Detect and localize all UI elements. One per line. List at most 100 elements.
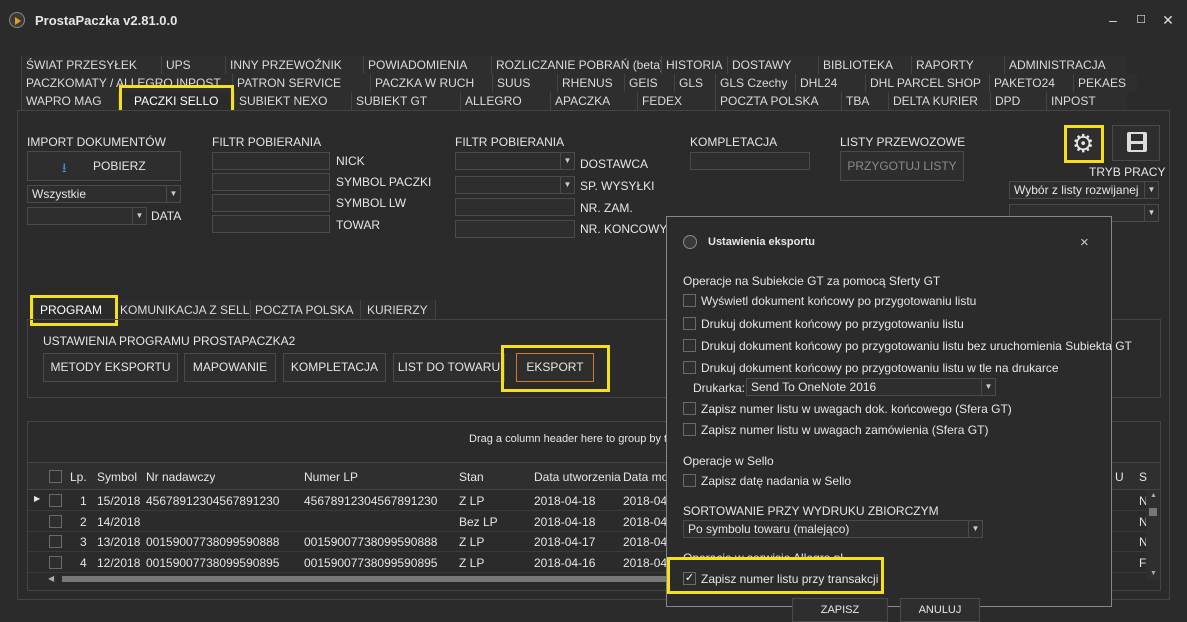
- fetch-button[interactable]: ⭳ POBIERZ: [27, 151, 181, 181]
- symbol-lw-input[interactable]: [212, 194, 330, 212]
- row-checkbox[interactable]: [49, 555, 62, 569]
- col-stan[interactable]: Stan: [459, 470, 484, 484]
- opt8-checkbox[interactable]: ✓: [683, 572, 696, 585]
- tab-row1-9[interactable]: ADMINISTRACJA: [1004, 56, 1126, 74]
- tab-row2-10[interactable]: PAKETO24: [989, 74, 1073, 92]
- tab-row2-11[interactable]: PEKAES: [1073, 74, 1137, 92]
- tab-row2-6[interactable]: GLS: [674, 74, 715, 92]
- tab-row3-2[interactable]: SUBIEKT NEXO: [234, 92, 351, 110]
- vertical-scrollbar[interactable]: ▲ ▼: [1146, 490, 1160, 580]
- hscroll-thumb[interactable]: [62, 576, 687, 582]
- app-title: ProstaPaczka v2.81.0.0: [35, 13, 178, 28]
- opt2-checkbox[interactable]: [683, 317, 696, 330]
- col-symbol[interactable]: Symbol: [97, 470, 137, 484]
- list-do-towaru-button[interactable]: LIST DO TOWARU: [393, 353, 505, 382]
- col-data-utworzenia[interactable]: Data utworzenia: [534, 470, 621, 484]
- scroll-left-icon[interactable]: ◀: [48, 574, 54, 583]
- row-checkbox[interactable]: [49, 514, 62, 528]
- export-button[interactable]: EKSPORT: [516, 353, 594, 382]
- row-checkbox[interactable]: [49, 494, 62, 507]
- col-lp[interactable]: Lp.: [70, 470, 87, 484]
- tab-row1-8[interactable]: RAPORTY: [911, 56, 1004, 74]
- tab-row2-2[interactable]: PACZKA W RUCH: [370, 74, 492, 92]
- subtab-komunikacja[interactable]: KOMUNIKACJA Z SELLO: [115, 300, 250, 320]
- date-select[interactable]: ▼: [27, 207, 147, 225]
- dialog-cancel-button[interactable]: ANULUJ: [900, 598, 980, 622]
- maximize-icon[interactable]: ☐: [1131, 10, 1151, 30]
- tab-row3-3[interactable]: SUBIEKT GT: [351, 92, 460, 110]
- prepare-lists-button[interactable]: PRZYGOTUJ LISTY: [840, 151, 964, 181]
- tab-row2-4[interactable]: RHENUS: [557, 74, 624, 92]
- printer-select[interactable]: Send To OneNote 2016 ▼: [746, 378, 996, 396]
- tab-row1-1[interactable]: UPS: [161, 56, 225, 74]
- mapping-button[interactable]: MAPOWANIE: [184, 353, 276, 382]
- tab-row1-5[interactable]: HISTORIA: [661, 56, 727, 74]
- tab-row2-9[interactable]: DHL PARCEL SHOP: [865, 74, 989, 92]
- close-icon[interactable]: ✕: [1158, 10, 1178, 30]
- minimize-icon[interactable]: –: [1103, 10, 1123, 30]
- tryb-select[interactable]: Wybór z listy rozwijanej ▼: [1009, 181, 1159, 199]
- tab-row2-5[interactable]: GEIS: [624, 74, 674, 92]
- scroll-thumb[interactable]: [1149, 508, 1157, 516]
- tab-row3-7[interactable]: POCZTA POLSKA: [715, 92, 841, 110]
- export-methods-button[interactable]: METODY EKSPORTU: [43, 353, 178, 382]
- nr-koncowy-input[interactable]: [455, 220, 575, 238]
- kompletacja-button[interactable]: KOMPLETACJA: [283, 353, 386, 382]
- dialog-logo-icon: [683, 235, 697, 249]
- tab-row3-5[interactable]: APACZKA: [550, 92, 637, 110]
- tab-row3-6[interactable]: FEDEX: [637, 92, 715, 110]
- sort-select[interactable]: Po symbolu towaru (malejąco) ▼: [683, 520, 983, 538]
- tab-row2-1[interactable]: PATRON SERVICE: [232, 74, 370, 92]
- sort-value: Po symbolu towaru (malejąco): [688, 522, 850, 536]
- dialog-save-button[interactable]: ZAPISZ: [792, 598, 888, 622]
- tab-row3-9[interactable]: DELTA KURIER: [888, 92, 990, 110]
- tab-row3-11[interactable]: INPOST: [1046, 92, 1127, 110]
- tab-row1-0[interactable]: ŚWIAT PRZESYŁEK: [21, 56, 161, 74]
- nr-zam-input[interactable]: [455, 198, 575, 216]
- towar-label: TOWAR: [336, 218, 380, 232]
- tab-row1-6[interactable]: DOSTAWY: [727, 56, 818, 74]
- symbol-lw-label: SYMBOL LW: [336, 196, 407, 210]
- settings-button[interactable]: ⚙: [1064, 125, 1104, 163]
- tab-row1-4[interactable]: ROZLICZANIE POBRAŃ (beta): [491, 56, 661, 74]
- col-numer-lp[interactable]: Numer LP: [304, 470, 358, 484]
- col-s[interactable]: S: [1139, 470, 1147, 484]
- sp-wysylki-select[interactable]: ▼: [455, 176, 575, 194]
- tab-row2-8[interactable]: DHL24: [795, 74, 865, 92]
- opt7-checkbox[interactable]: [683, 474, 696, 487]
- row-checkbox[interactable]: [49, 535, 62, 548]
- scroll-down-icon[interactable]: ▼: [1150, 570, 1157, 577]
- col-u[interactable]: U: [1115, 470, 1124, 484]
- opt4-checkbox[interactable]: [683, 361, 696, 374]
- towar-input[interactable]: [212, 215, 330, 233]
- col-data-mod[interactable]: Data mod: [623, 470, 667, 484]
- select-all-checkbox[interactable]: [49, 470, 62, 483]
- import-filter-select[interactable]: Wszystkie ▼: [27, 185, 181, 203]
- dostawca-select[interactable]: ▼: [455, 152, 575, 170]
- subtab-kurierzy[interactable]: KURIERZY: [360, 300, 436, 320]
- symbol-paczki-input[interactable]: [212, 173, 330, 191]
- tab-row1-2[interactable]: INNY PRZEWOŹNIK: [225, 56, 363, 74]
- tab-row2-3[interactable]: SUUS: [492, 74, 557, 92]
- horizontal-scrollbar[interactable]: ◀: [48, 572, 688, 586]
- opt1-checkbox[interactable]: [683, 294, 696, 307]
- opt5-checkbox[interactable]: [683, 402, 696, 415]
- dialog-close-icon[interactable]: ×: [1080, 234, 1089, 251]
- nick-input[interactable]: [212, 152, 330, 170]
- tab-row1-3[interactable]: POWIADOMIENIA: [363, 56, 491, 74]
- tab-row2-7[interactable]: GLS Czechy: [715, 74, 795, 92]
- save-settings-button[interactable]: [1112, 125, 1160, 161]
- kompletacja-input[interactable]: [690, 152, 810, 170]
- opt3-checkbox[interactable]: [683, 339, 696, 352]
- tab-row1-7[interactable]: BIBLIOTEKA: [818, 56, 911, 74]
- tab-row3-10[interactable]: DPD: [990, 92, 1046, 110]
- tab-row3-4[interactable]: ALLEGRO: [460, 92, 550, 110]
- table-cell: 00159007738099590888: [146, 535, 280, 549]
- opt6-checkbox[interactable]: [683, 423, 696, 436]
- tab-row3-0[interactable]: WAPRO MAG: [21, 92, 118, 110]
- tab-row3-8[interactable]: TBA: [841, 92, 888, 110]
- col-nr-nadawczy[interactable]: Nr nadawczy: [146, 470, 215, 484]
- subtab-poczta-polska[interactable]: POCZTA POLSKA: [250, 300, 360, 320]
- scroll-up-icon[interactable]: ▲: [1150, 492, 1157, 499]
- table-cell: 00159007738099590895: [146, 555, 280, 570]
